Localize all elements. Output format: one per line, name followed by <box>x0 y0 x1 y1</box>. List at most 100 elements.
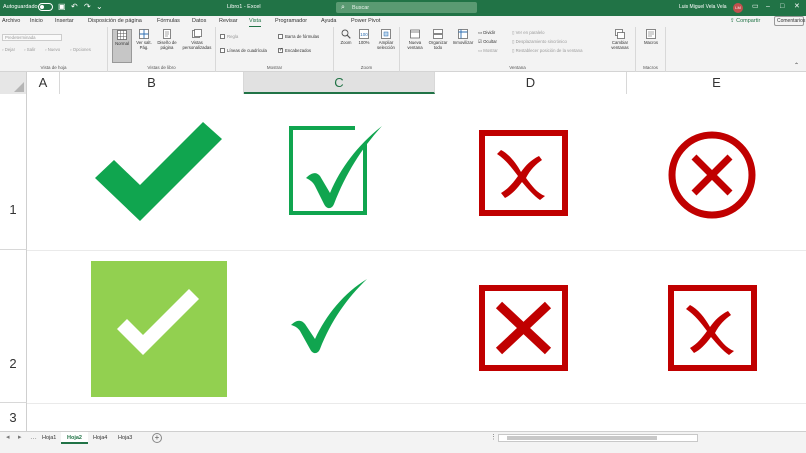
sheet-tab-hoja2[interactable]: Hoja2 <box>61 432 88 444</box>
thin-checkmark-icon[interactable] <box>289 279 369 355</box>
maximize-icon[interactable]: □ <box>780 1 784 13</box>
column-header-b[interactable]: B <box>60 72 244 94</box>
tab-archivo[interactable]: Archivo <box>2 17 20 26</box>
switch-windows-button[interactable]: Cambiar ventanas <box>606 29 634 50</box>
new-window-icon <box>410 29 420 39</box>
row-divider <box>27 250 806 251</box>
tab-disposicion[interactable]: Disposición de página <box>88 17 142 26</box>
reset-position-button[interactable]: ▯ Restablecer posición de la ventana <box>512 48 582 54</box>
tab-ayuda[interactable]: Ayuda <box>321 17 337 26</box>
horizontal-scrollbar[interactable] <box>498 434 698 442</box>
next-sheet-icon[interactable]: ▸ <box>18 433 22 443</box>
page-break-view-button[interactable]: Ver salt. Pág. <box>134 29 154 50</box>
document-title: Libro1 - Excel <box>227 4 261 10</box>
unhide-button[interactable]: ▭ Mostrar <box>478 48 498 54</box>
bold-checkmark-icon[interactable] <box>95 122 223 222</box>
ribbon-display-icon[interactable]: ▭ <box>752 1 759 13</box>
redo-icon[interactable]: ↷ <box>84 2 91 12</box>
arrange-all-label: Organizar todo <box>428 40 448 50</box>
page-layout-view-button[interactable]: Diseño de página <box>156 29 178 50</box>
zoom-100-button[interactable]: 100 100% <box>356 29 372 45</box>
tab-split-handle-icon[interactable]: ⋮ <box>490 433 497 443</box>
hide-button[interactable]: ☑ Ocultar <box>478 39 497 45</box>
group-sheet-view: Predeterminada ▫ Dejar ▫ Salir ▫ Nuevo ▫… <box>0 27 108 72</box>
sheet-tab-hoja1[interactable]: Hoja1 <box>36 432 62 444</box>
tab-power-pivot[interactable]: Power Pivot <box>351 17 380 26</box>
split-button[interactable]: ▭ Dividir <box>478 30 495 36</box>
zoom-selection-button[interactable]: Ampliar selección <box>374 29 398 50</box>
column-header-c[interactable]: C <box>244 72 435 94</box>
headings-checkbox[interactable]: Encabezados <box>278 47 311 54</box>
prev-sheet-icon[interactable]: ◂ <box>6 433 10 443</box>
tab-formulas[interactable]: Fórmulas <box>157 17 180 26</box>
select-all-corner[interactable] <box>0 72 27 94</box>
tab-insertar[interactable]: Insertar <box>55 17 74 26</box>
macros-button[interactable]: Macros <box>639 29 663 45</box>
save-icon[interactable]: ▣ <box>58 2 66 12</box>
customize-quick-access-icon[interactable]: ⌄ <box>96 2 103 12</box>
tab-revisar[interactable]: Revisar <box>219 17 238 26</box>
gridlines-checkbox[interactable]: Líneas de cuadrícula <box>220 48 267 54</box>
sheet-tab-hoja4[interactable]: Hoja4 <box>87 432 113 444</box>
tab-inicio[interactable]: Inicio <box>30 17 43 26</box>
freeze-panes-button[interactable]: Inmovilizar <box>450 29 476 45</box>
comments-button[interactable]: Comentarios <box>774 16 805 26</box>
row-header-3[interactable]: 3 <box>0 403 27 431</box>
column-header-a[interactable]: A <box>27 72 60 94</box>
macros-icon <box>646 29 656 39</box>
zoom-100-label: 100% <box>358 40 370 45</box>
boxed-x-icon[interactable] <box>479 130 568 216</box>
options-label: Opciones <box>72 47 91 52</box>
sheet-tab-hoja3[interactable]: Hoja3 <box>112 432 138 444</box>
freeze-panes-label: Inmovilizar <box>452 40 474 45</box>
green-square-checkmark-icon[interactable] <box>91 261 227 397</box>
side-by-side-label: Ver en paralelo <box>515 30 545 35</box>
share-button[interactable]: ⇪ Compartir <box>730 17 760 26</box>
row-header-1[interactable]: 1 <box>0 94 27 250</box>
switch-windows-label: Cambiar ventanas <box>611 40 629 50</box>
boxed-brush-x-icon[interactable] <box>668 285 757 371</box>
search-box[interactable]: ⌕ <box>336 2 477 13</box>
keep-button[interactable]: ▫ Dejar <box>2 47 15 53</box>
column-header-d[interactable]: D <box>435 72 627 94</box>
tab-programador[interactable]: Programador <box>275 17 307 26</box>
keep-label: Dejar <box>4 47 16 52</box>
options-button[interactable]: ▫ Opciones <box>70 47 91 53</box>
boxed-straight-x-icon[interactable] <box>479 285 568 371</box>
new-view-button[interactable]: ▫ Nuevo <box>45 47 60 53</box>
close-icon[interactable]: ✕ <box>794 1 800 13</box>
add-sheet-button[interactable]: + <box>152 433 162 443</box>
checkbox-checked-icon[interactable] <box>289 124 385 216</box>
zoom-button[interactable]: Zoom <box>337 29 355 45</box>
circled-x-icon[interactable] <box>668 131 756 219</box>
collapse-ribbon-icon[interactable]: ⌃ <box>794 63 799 69</box>
scrollbar-thumb[interactable] <box>507 436 657 440</box>
autosave-toggle[interactable] <box>38 3 53 11</box>
ruler-checkbox[interactable]: Regla <box>220 34 238 40</box>
zoom-label: Zoom <box>340 40 352 45</box>
user-name[interactable]: Luis Miguel Vela Vela <box>679 4 727 10</box>
column-header-e[interactable]: E <box>627 72 806 94</box>
formula-bar-checkbox[interactable]: Barra de fórmulas <box>278 34 319 40</box>
search-input[interactable] <box>352 3 470 12</box>
tab-vista[interactable]: Vista <box>249 17 262 27</box>
normal-view-button[interactable]: Normal <box>112 29 132 63</box>
exit-button[interactable]: ▫ Salir <box>24 47 35 53</box>
custom-views-button[interactable]: Vistas personalizadas <box>182 29 212 50</box>
svg-text:100: 100 <box>360 32 368 37</box>
reset-position-icon: ▯ <box>512 48 515 53</box>
formula-bar-box <box>278 34 283 39</box>
new-window-button[interactable]: Nueva ventana <box>404 29 426 50</box>
arrange-all-icon <box>433 29 443 39</box>
sheet-view-dropdown[interactable]: Predeterminada <box>2 34 62 41</box>
avatar[interactable]: LM <box>733 3 743 13</box>
minimize-icon[interactable]: – <box>766 1 770 13</box>
undo-icon[interactable]: ↶ <box>71 2 78 12</box>
sync-scroll-button[interactable]: ▯ Desplazamiento sincrónico <box>512 39 567 45</box>
worksheet-grid[interactable] <box>27 94 806 431</box>
row-header-2[interactable]: 2 <box>0 250 27 403</box>
normal-view-icon <box>117 30 127 40</box>
side-by-side-button[interactable]: ▯ Ver en paralelo <box>512 30 544 36</box>
tab-datos[interactable]: Datos <box>192 17 206 26</box>
arrange-all-button[interactable]: Organizar todo <box>426 29 450 50</box>
